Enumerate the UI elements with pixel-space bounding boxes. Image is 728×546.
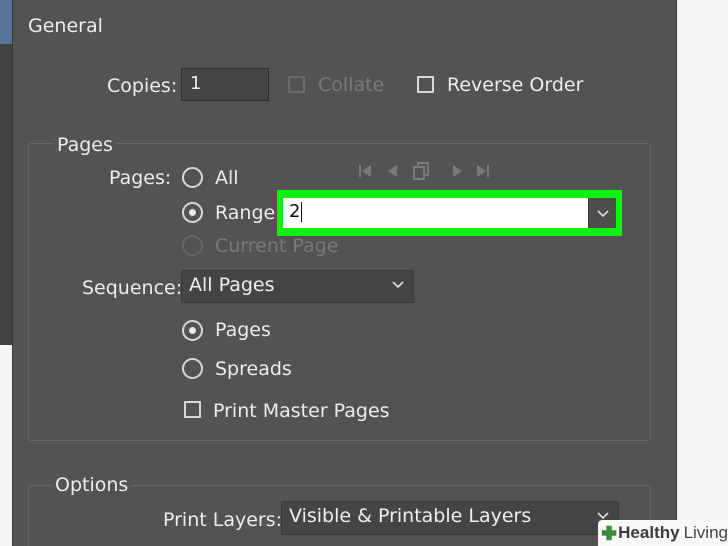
print-dialog-panel: General Copies: 1 Collate Reverse Order …: [12, 0, 676, 546]
range-input-value: 2: [289, 201, 301, 222]
text-caret: [301, 202, 303, 222]
left-strip-dark: [0, 0, 12, 345]
left-strip-selected-item[interactable]: [0, 0, 12, 44]
chevron-down-icon: [597, 210, 609, 218]
general-section-title: General: [28, 15, 103, 37]
all-pages-radio[interactable]: [182, 167, 203, 188]
watermark-brand-2: Living: [683, 523, 728, 542]
print-layers-dropdown[interactable]: Visible & Printable Layers: [281, 501, 619, 535]
range-radio[interactable]: [182, 202, 203, 223]
last-page-icon[interactable]: [475, 163, 491, 179]
page-spread-icon[interactable]: [411, 161, 431, 181]
reverse-order-checkbox[interactable]: [417, 76, 434, 93]
copies-label: Copies:: [107, 75, 178, 97]
sequence-dropdown[interactable]: All Pages: [181, 270, 414, 303]
range-input[interactable]: 2: [283, 198, 588, 228]
chevron-down-icon: [392, 281, 404, 289]
current-page-label: Current Page: [215, 235, 339, 257]
left-background-strip: [0, 0, 12, 546]
copies-input[interactable]: 1: [181, 68, 269, 101]
first-page-icon[interactable]: [357, 163, 373, 179]
next-page-icon[interactable]: [449, 163, 465, 179]
print-master-pages-label: Print Master Pages: [213, 400, 390, 422]
right-background: [676, 0, 728, 546]
pages-group-title: Pages: [54, 134, 116, 156]
print-layers-label: Print Layers:: [163, 509, 283, 531]
watermark: Healthy Living: [598, 520, 728, 546]
range-label: Range:: [215, 202, 282, 224]
options-group-title: Options: [52, 474, 132, 496]
print-master-pages-checkbox[interactable]: [184, 401, 201, 418]
sequence-dropdown-value: All Pages: [189, 274, 275, 296]
print-layers-value: Visible & Printable Layers: [289, 505, 532, 527]
previous-page-icon[interactable]: [385, 163, 401, 179]
spreads-radio[interactable]: [182, 358, 203, 379]
plus-logo-icon: [601, 525, 617, 541]
collate-checkbox[interactable]: [288, 76, 305, 93]
pages-label: Pages:: [109, 167, 172, 189]
reverse-order-label: Reverse Order: [447, 74, 584, 96]
sequence-label: Sequence:: [82, 277, 183, 299]
range-highlight-box: 2: [277, 190, 622, 236]
collate-label: Collate: [318, 74, 385, 96]
range-dropdown-button[interactable]: [588, 198, 616, 228]
all-pages-label: All: [215, 167, 239, 189]
watermark-brand-1: Healthy: [618, 523, 680, 542]
current-page-radio[interactable]: [182, 235, 203, 256]
spreads-label: Spreads: [215, 358, 292, 380]
sequence-pages-label: Pages: [215, 319, 271, 341]
sequence-pages-radio[interactable]: [182, 320, 203, 341]
